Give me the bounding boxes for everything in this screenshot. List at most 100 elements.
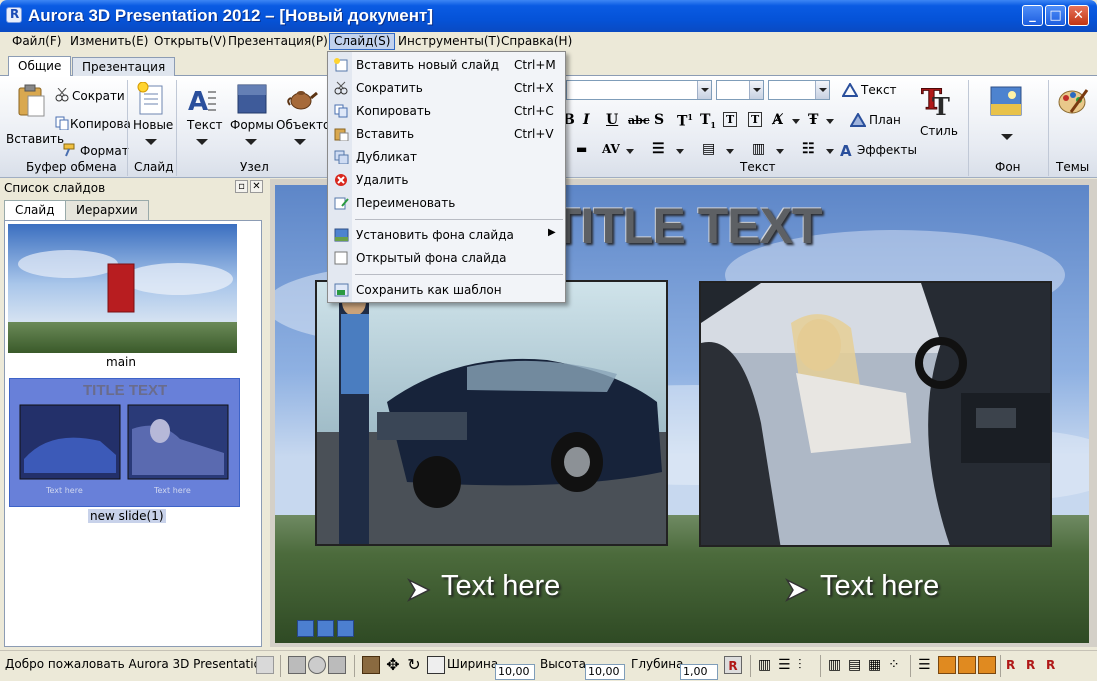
text-node-icon[interactable]: A xyxy=(187,84,217,116)
chevron-down-icon[interactable] xyxy=(792,119,800,124)
bullet-text-1[interactable]: Text here xyxy=(441,570,560,603)
new-slide-dropdown-icon[interactable] xyxy=(145,139,157,145)
shapes-label[interactable]: Формы xyxy=(230,118,274,132)
grid-icon[interactable]: ⁘ xyxy=(888,656,906,674)
style-tt-icon[interactable]: T T xyxy=(921,81,955,118)
close-panel-icon[interactable]: ✕ xyxy=(250,180,263,193)
height-field[interactable]: 10,00 xyxy=(585,664,625,680)
menu-item-save-template[interactable]: Сохранить как шаблон xyxy=(329,279,565,301)
paragraph-icon[interactable]: ▤ xyxy=(702,141,715,157)
menu-edit[interactable]: Изменить(E) xyxy=(66,33,152,50)
text-outline-icon[interactable]: Ⱥ xyxy=(772,112,783,128)
chevron-down-icon[interactable] xyxy=(826,149,834,154)
nav-home-icon[interactable] xyxy=(317,620,334,637)
bullet-text-2[interactable]: Text here xyxy=(820,570,939,603)
nav-up-icon[interactable] xyxy=(297,620,314,637)
char-spacing-icon[interactable]: AV xyxy=(602,142,620,156)
slide-label-main[interactable]: main xyxy=(106,355,136,369)
menu-item-open-background[interactable]: Открытый фона слайда xyxy=(329,247,565,269)
new-slide-label[interactable]: Новые xyxy=(133,118,173,132)
text-frame-icon[interactable]: T xyxy=(748,112,763,127)
spacing-combo[interactable] xyxy=(768,80,830,100)
font-combo[interactable] xyxy=(566,80,712,100)
close-button[interactable]: ✕ xyxy=(1068,5,1089,26)
background-icon[interactable] xyxy=(990,86,1022,116)
teapot-icon[interactable] xyxy=(286,86,318,112)
slide-label-new-slide[interactable]: new slide(1) xyxy=(88,509,166,523)
tab-presentation[interactable]: Презентация xyxy=(72,57,176,77)
effects-button-label[interactable]: Эффекты xyxy=(857,143,917,157)
paste-label[interactable]: Вставить xyxy=(6,132,64,146)
slide-title[interactable]: TITLE TEXT xyxy=(551,197,823,255)
reset-x-icon[interactable]: R xyxy=(1006,656,1024,674)
chevron-down-icon[interactable] xyxy=(815,81,829,99)
superscript-icon[interactable]: T1 xyxy=(677,112,693,130)
align-left-icon[interactable]: ▥ xyxy=(758,656,776,674)
tab-hierarchy[interactable]: Иерархии xyxy=(65,200,149,220)
menu-open[interactable]: Открыть(V) xyxy=(150,33,230,50)
stop-icon[interactable] xyxy=(328,656,346,674)
copy-icon[interactable] xyxy=(55,116,69,130)
menu-item-paste[interactable]: Вставить Ctrl+V xyxy=(329,123,565,145)
menu-item-insert-new-slide[interactable]: Вставить новый слайд Ctrl+M xyxy=(329,54,565,76)
arrange-icon[interactable] xyxy=(938,656,956,674)
columns-icon[interactable]: ▥ xyxy=(752,141,765,157)
tab-general[interactable]: Общие xyxy=(8,56,72,77)
plan-button-label[interactable]: План xyxy=(869,113,901,127)
move-icon[interactable]: ✥ xyxy=(384,656,402,674)
style-label[interactable]: Стиль xyxy=(920,124,958,138)
app-icon[interactable] xyxy=(6,7,22,23)
shapes-dropdown-icon[interactable] xyxy=(245,139,257,145)
menu-help[interactable]: Справка(H) xyxy=(497,33,576,50)
text-button-label[interactable]: Текст xyxy=(861,83,897,97)
new-slide-icon[interactable] xyxy=(136,82,168,116)
menu-item-cut[interactable]: Сократить Ctrl+X xyxy=(329,77,565,99)
strikethrough-icon[interactable]: abc xyxy=(628,114,650,127)
paste-icon[interactable] xyxy=(16,84,48,118)
hand-icon[interactable] xyxy=(256,656,274,674)
nav-down-icon[interactable] xyxy=(337,620,354,637)
film-icon[interactable] xyxy=(288,656,306,674)
rotate-icon[interactable]: ↻ xyxy=(405,656,423,674)
depth-field[interactable]: 1,00 xyxy=(680,664,718,680)
format-label[interactable]: Формат xyxy=(80,144,129,158)
format-painter-icon[interactable] xyxy=(62,143,76,157)
text-node-dropdown-icon[interactable] xyxy=(196,139,208,145)
layer-icon[interactable]: ▦ xyxy=(868,656,886,674)
menu-item-duplicate[interactable]: Дубликат xyxy=(329,146,565,168)
menu-item-delete[interactable]: Удалить xyxy=(329,169,565,191)
font-size-combo[interactable] xyxy=(716,80,764,100)
scale-icon[interactable] xyxy=(427,656,445,674)
themes-palette-icon[interactable] xyxy=(1057,86,1089,116)
slide-thumbnail-new-slide[interactable]: TITLE TEXT Text here Text here xyxy=(9,378,240,507)
cut-label[interactable]: Сократи xyxy=(72,89,125,103)
play-icon[interactable] xyxy=(308,656,326,674)
stack-icon[interactable]: ☰ xyxy=(918,656,936,674)
slide-image-car[interactable] xyxy=(315,280,668,546)
slide-thumbnail-main[interactable] xyxy=(8,224,237,353)
reset-icon[interactable]: R xyxy=(724,656,742,674)
reset-y-icon[interactable]: R xyxy=(1026,656,1044,674)
line-spacing-icon[interactable]: ☰ xyxy=(652,141,665,157)
box-icon[interactable] xyxy=(362,656,380,674)
align-right-icon[interactable]: ⫶ xyxy=(798,656,816,674)
align-center-icon[interactable]: ☰ xyxy=(778,656,796,674)
chevron-down-icon[interactable] xyxy=(749,81,763,99)
underline-icon[interactable]: U xyxy=(606,112,618,128)
chevron-down-icon[interactable] xyxy=(697,81,711,99)
background-dropdown-icon[interactable] xyxy=(1001,134,1013,140)
tab-slide[interactable]: Слайд xyxy=(4,200,66,220)
arrange-back-icon[interactable] xyxy=(978,656,996,674)
chevron-down-icon[interactable] xyxy=(626,149,634,154)
menu-item-set-background[interactable]: Установить фона слайда ▶ xyxy=(329,224,565,246)
chevron-down-icon[interactable] xyxy=(676,149,684,154)
distribute-icon[interactable]: ▥ xyxy=(828,656,846,674)
menu-tools[interactable]: Инструменты(T) xyxy=(394,33,505,50)
copy-label[interactable]: Копирова xyxy=(70,117,131,131)
minimize-button[interactable]: _ xyxy=(1022,5,1043,26)
distribute-v-icon[interactable]: ▤ xyxy=(848,656,866,674)
arrange-front-icon[interactable] xyxy=(958,656,976,674)
maximize-button[interactable]: □ xyxy=(1045,5,1066,26)
italic-icon[interactable]: I xyxy=(583,112,590,128)
chevron-down-icon[interactable] xyxy=(776,149,784,154)
